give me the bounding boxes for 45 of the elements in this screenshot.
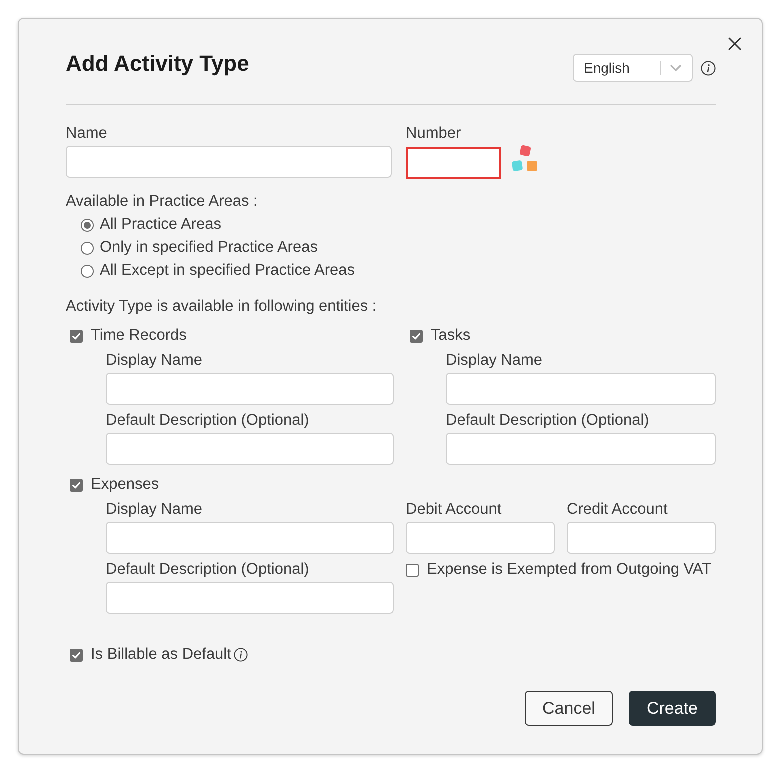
field-label: Default Description (Optional) [446,411,650,431]
field-label: Number [406,124,462,144]
radio-label: All Except in specified Practice Areas [100,261,356,281]
dialog-title: Add Activity Type [66,51,250,77]
text-field[interactable] [106,522,394,554]
text-field[interactable] [106,582,394,614]
create-button[interactable]: Create [629,691,716,726]
close-icon[interactable] [728,37,742,51]
text-field[interactable] [106,373,394,405]
radio-button[interactable] [81,264,94,278]
field-label: Default Description (Optional) [106,411,310,431]
field-label: Default Description (Optional) [106,560,310,580]
text-field[interactable] [567,522,716,554]
radio-label: Only in specified Practice Areas [100,238,318,258]
radio-button[interactable] [81,218,94,232]
field-label: Debit Account [406,500,503,520]
checkbox[interactable] [70,648,83,662]
checkbox-label: Expenses [91,475,160,495]
checkbox-label: Tasks [431,326,471,346]
section-label: Available in Practice Areas : [66,192,259,212]
language-select[interactable]: English [573,54,693,82]
text-field[interactable] [446,373,716,405]
field-label: Display Name [106,500,204,520]
checkbox-label: Time Records [91,326,187,346]
checkbox-label: Is Billable as Default [91,645,232,665]
field-label: Credit Account [567,500,669,520]
field-label: Name [66,124,108,144]
radio-button[interactable] [81,242,94,254]
section-label: Activity Type is available in following entities : [66,297,378,317]
text-field[interactable] [446,433,716,465]
cancel-button[interactable]: Cancel [525,691,613,726]
info-icon[interactable] [234,648,248,662]
number-field[interactable] [406,147,501,179]
radio-label: All Practice Areas [100,215,222,235]
checkbox[interactable] [406,564,419,576]
checkbox[interactable] [70,330,83,342]
text-field[interactable] [406,522,555,554]
checkbox[interactable] [410,330,423,342]
field-label: Display Name [446,351,544,371]
field-label: Display Name [106,351,204,371]
checkbox[interactable] [70,478,83,492]
text-field[interactable] [106,433,394,465]
info-icon[interactable] [701,60,716,76]
checkbox-label: Expense is Exempted from Outgoing VAT [427,560,712,580]
text-field[interactable] [66,146,392,178]
